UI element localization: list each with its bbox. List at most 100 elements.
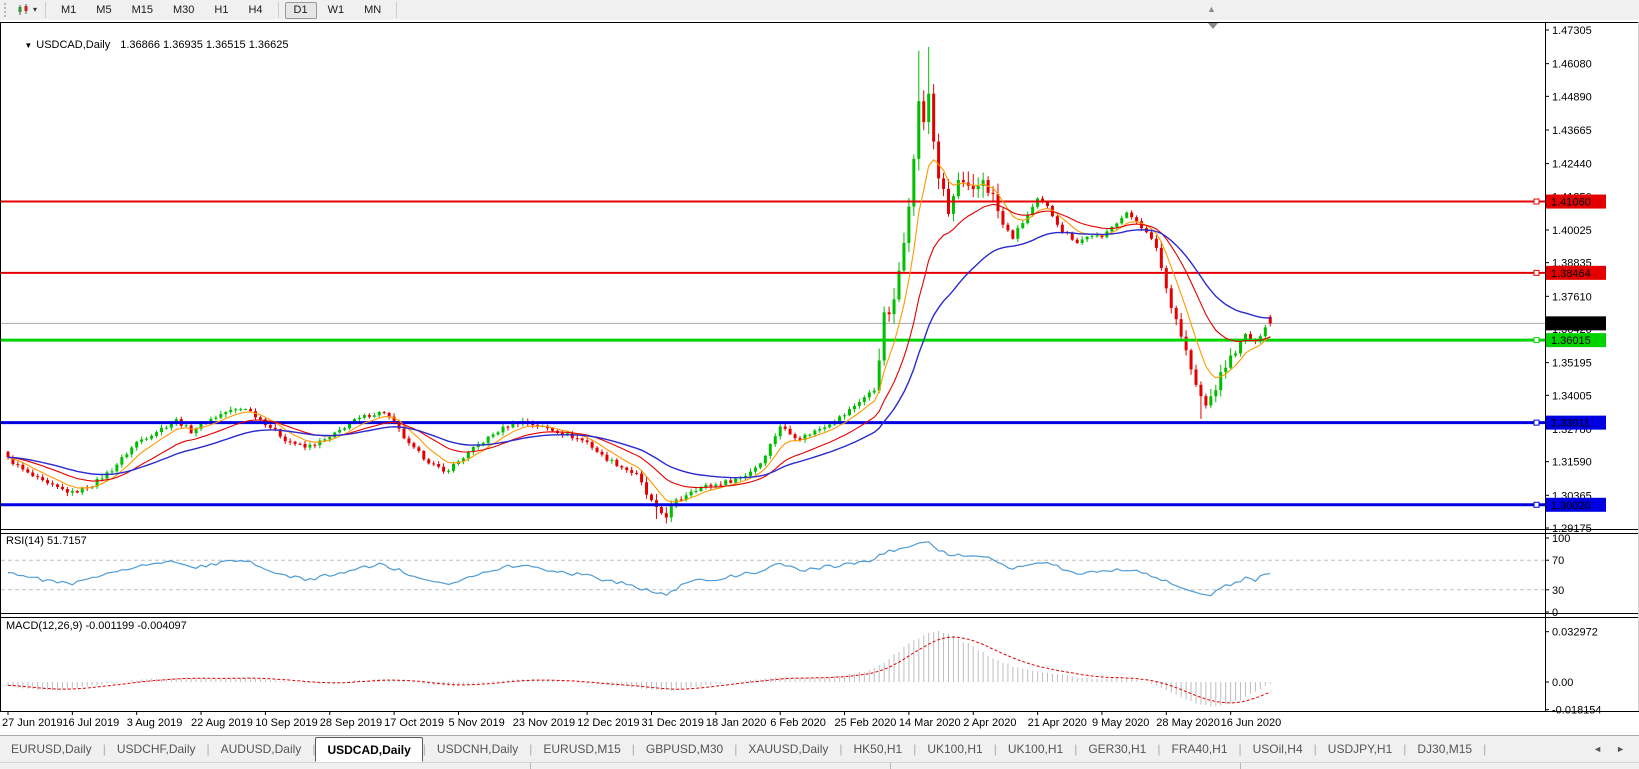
level-line-handle[interactable] [1534,502,1539,507]
macd-axis-label: -0.018154 [1552,705,1602,717]
rsi-line [8,542,1270,596]
date-axis-label: 25 Feb 2020 [835,717,897,729]
level-line-handle[interactable] [1534,420,1539,425]
chart-type-icon[interactable]: ▾ [14,3,40,17]
tab-scroll-right-icon[interactable]: ► [1616,744,1625,754]
timeframe-toolbar: ▾ M1M5M15M30H1H4 D1W1MN ▲ [0,0,1639,20]
date-axis-label: 16 Jul 2019 [62,717,119,729]
timeframe-button-m1[interactable]: M1 [52,2,85,19]
tab-ger30-h1[interactable]: GER30,H1 [1077,736,1157,762]
scroll-up-icon[interactable]: ▲ [1207,4,1216,14]
ma-slow-line [8,230,1270,478]
date-axis-label: 9 May 2020 [1092,717,1149,729]
date-axis-label: 31 Dec 2019 [642,717,704,729]
price-axis-label: 1.44890 [1552,91,1592,103]
price-axis: 1.473051.460801.448901.436651.424401.412… [1545,25,1592,535]
timeframe-button-m5[interactable]: M5 [87,2,120,19]
date-axis-label: 17 Oct 2019 [384,717,444,729]
status-strip [0,762,1639,769]
mt4-terminal: ▾ M1M5M15M30H1H4 D1W1MN ▲ 1.47305 1.46080 1… [0,0,1639,769]
ma-fast-line [8,160,1270,502]
macd-axis: 0.0329720.00-0.018154 [1545,627,1602,717]
ohlc-values: 1.36866 1.36935 1.36515 1.36625 [120,39,288,51]
tab-audusd-daily[interactable]: AUDUSD,Daily [210,736,313,762]
timeframe-button-mn[interactable]: MN [355,2,390,19]
status-divider [890,763,891,769]
current-price-badge-text: 1.36625 [1551,318,1591,330]
level-price-badge-text: 1.38464 [1551,268,1591,280]
ma-medium-line [8,204,1270,487]
candles-series [7,47,1272,524]
rsi-axis-label: 30 [1552,585,1564,597]
level-line-handle[interactable] [1534,270,1539,275]
timeframe-button-m30[interactable]: M30 [164,2,203,19]
date-axis-label: 21 Apr 2020 [1028,717,1087,729]
chart-canvas[interactable]: 1.473051.460801.448901.436651.424401.412… [0,20,1639,735]
rsi-axis-label: 100 [1552,533,1570,545]
toolbar-separator [396,2,397,18]
macd-signal-line [8,637,1270,703]
price-axis-label: 1.34005 [1552,390,1592,402]
tab-usdcad-daily[interactable]: USDCAD,Daily [315,737,422,762]
timeframe-button-m15[interactable]: M15 [123,2,162,19]
toolbar-separator [45,2,46,18]
status-divider [1240,763,1241,769]
rsi-axis-label: 0 [1552,607,1558,619]
tab-usdcnh-daily[interactable]: USDCNH,Daily [426,736,529,762]
timeframe-button-h1[interactable]: H1 [205,2,237,19]
chart-window: 1.473051.460801.448901.436651.424401.412… [0,20,1639,735]
date-axis-label: 18 Jan 2020 [706,717,767,729]
tab-xauusd-daily[interactable]: XAUUSD,Daily [737,736,839,762]
tab-gbpusd-m30[interactable]: GBPUSD,M30 [635,736,734,762]
price-axis-label: 1.37610 [1552,291,1592,303]
level-line-handle[interactable] [1534,199,1539,204]
level-price-badge-text: 1.33011 [1551,418,1590,430]
toolbar-grip [4,3,10,17]
tab-usdjpy-h1[interactable]: USDJPY,H1 [1317,736,1403,762]
date-axis-label: 3 Aug 2019 [127,717,183,729]
date-axis-label: 27 Jun 2019 [2,717,63,729]
timeframe-buttons: M1M5M15M30H1H4 D1W1MN [51,2,391,19]
macd-label: MACD(12,26,9) -0.001199 -0.004097 [6,620,187,632]
tab-hk50-h1[interactable]: HK50,H1 [843,736,914,762]
tab-dj30-m15[interactable]: DJ30,M15 [1406,736,1483,762]
tab-uk100-h1[interactable]: UK100,H1 [916,736,993,762]
tab-eurusd-daily[interactable]: EURUSD,Daily [0,736,103,762]
tab-separator: | [1483,736,1486,762]
symbol-tabbar: EURUSD,Daily|USDCHF,Daily|AUDUSD,Daily|U… [0,735,1639,762]
level-line-handle[interactable] [1534,338,1539,343]
tab-scroll-left-icon[interactable]: ◄ [1593,744,1602,754]
level-price-badge-text: 1.30020 [1551,500,1591,512]
tab-usdchf-daily[interactable]: USDCHF,Daily [106,736,207,762]
rsi-label: RSI(14) 51.7157 [6,535,87,547]
tab-scroll-arrows: ◄► [1579,736,1639,762]
macd-histogram [8,631,1270,706]
tab-eurusd-m15[interactable]: EURUSD,M15 [532,736,631,762]
timeframe-button-d1[interactable]: D1 [285,2,317,19]
chart-symbol-title: USDCAD,Daily [36,39,110,51]
date-axis-label: 6 Feb 2020 [770,717,826,729]
date-axis-label: 10 Sep 2019 [255,717,317,729]
timeframe-button-h4[interactable]: H4 [239,2,271,19]
tab-usoil-h4[interactable]: USOil,H4 [1242,736,1314,762]
price-axis-label: 1.47305 [1552,25,1592,37]
price-axis-label: 1.31590 [1552,457,1592,469]
rsi-axis-label: 70 [1552,555,1564,567]
tab-fra40-h1[interactable]: FRA40,H1 [1160,736,1238,762]
date-axis-label: 2 Apr 2020 [963,717,1016,729]
toolbar-separator [278,2,279,18]
chevron-down-icon: ▾ [33,6,37,14]
status-divider [530,763,531,769]
date-axis-label: 16 Jun 2020 [1221,717,1282,729]
price-axis-label: 1.35195 [1552,358,1592,370]
collapse-icon[interactable]: ▼ [24,41,32,50]
price-axis-label: 1.46080 [1552,59,1592,71]
date-axis-label: 28 May 2020 [1156,717,1220,729]
candlestick-glyph [17,4,31,16]
tab-uk100-h1[interactable]: UK100,H1 [997,736,1074,762]
chart-ohlc-header: ▼ USDCAD,Daily 1.36866 1.36935 1.36515 1.3… [6,27,288,63]
date-axis-label: 23 Nov 2019 [513,717,575,729]
timeframe-button-w1[interactable]: W1 [319,2,354,19]
chart-shift-marker[interactable] [1208,23,1218,29]
date-axis-label: 5 Nov 2019 [448,717,504,729]
